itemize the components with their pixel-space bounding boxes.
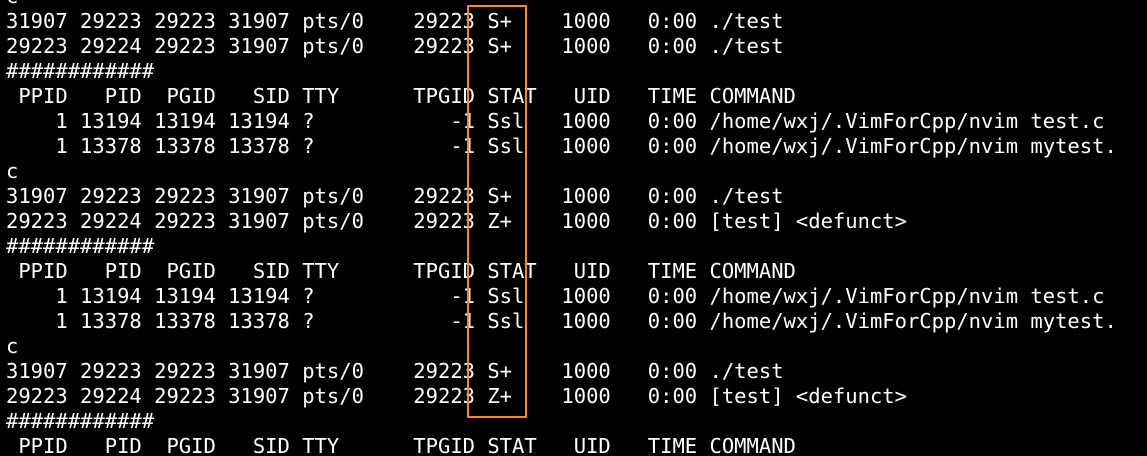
terminal-line: 31907 29223 29223 31907 pts/0 29223 S+ 1… [6,9,784,33]
ps-header-line: PPID PID PGID SID TTY TPGID STAT UID TIM… [6,84,796,108]
terminal-window[interactable]: c 31907 29223 29223 31907 pts/0 29223 S+… [0,0,1147,456]
terminal-line: ############ [6,59,155,83]
ps-header-line: PPID PID PGID SID TTY TPGID STAT UID TIM… [6,259,796,283]
terminal-line: 31907 29223 29223 31907 pts/0 29223 S+ 1… [6,359,784,383]
terminal-line: ############ [6,409,155,433]
terminal-line: 1 13378 13378 13378 ? -1 Ssl 1000 0:00 /… [6,309,1117,333]
terminal-line: 31907 29223 29223 31907 pts/0 29223 S+ 1… [6,184,784,208]
terminal-line: ############ [6,234,155,258]
ps-header-line: PPID PID PGID SID TTY TPGID STAT UID TIM… [6,434,796,456]
terminal-line: c [6,334,19,358]
terminal-line: c [6,0,1117,9]
terminal-line: 29223 29224 29223 31907 pts/0 29223 Z+ 1… [6,384,907,408]
terminal-line: 1 13378 13378 13378 ? -1 Ssl 1000 0:00 /… [6,134,1117,158]
terminal-line: 1 13194 13194 13194 ? -1 Ssl 1000 0:00 /… [6,284,1105,308]
terminal-output: c 31907 29223 29223 31907 pts/0 29223 S+… [6,0,1117,456]
terminal-line: 29223 29224 29223 31907 pts/0 29223 Z+ 1… [6,209,907,233]
terminal-line: c [6,159,19,183]
terminal-line: 29223 29224 29223 31907 pts/0 29223 S+ 1… [6,34,784,58]
terminal-line: 1 13194 13194 13194 ? -1 Ssl 1000 0:00 /… [6,109,1105,133]
